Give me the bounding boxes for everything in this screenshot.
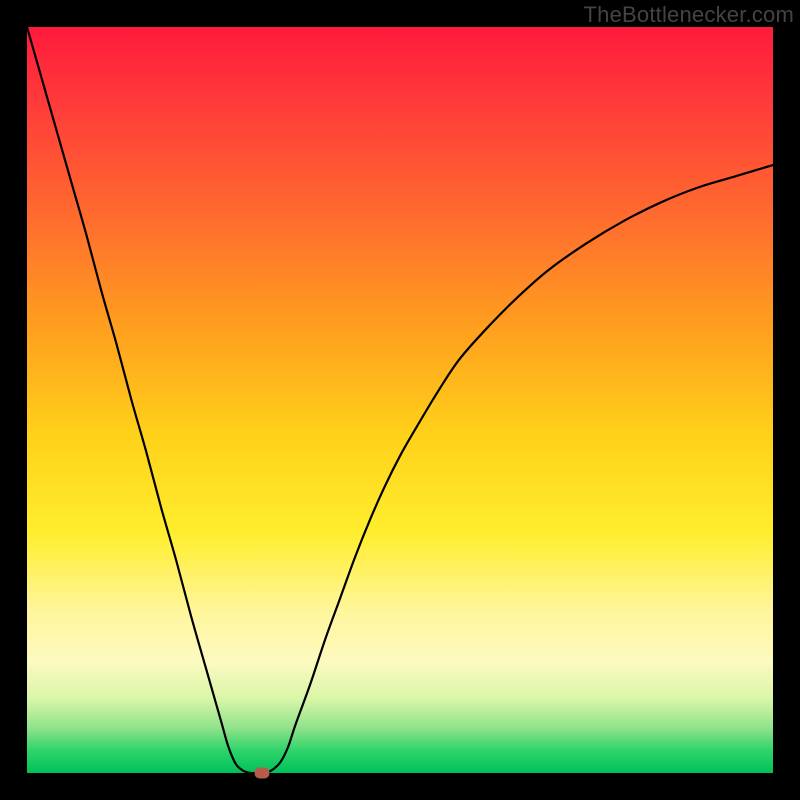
watermark-text: TheBottlenecker.com (584, 2, 794, 28)
optimum-marker (254, 768, 269, 779)
chart-frame: TheBottlenecker.com (0, 0, 800, 800)
bottleneck-curve (27, 27, 773, 773)
curve-path (27, 27, 773, 773)
